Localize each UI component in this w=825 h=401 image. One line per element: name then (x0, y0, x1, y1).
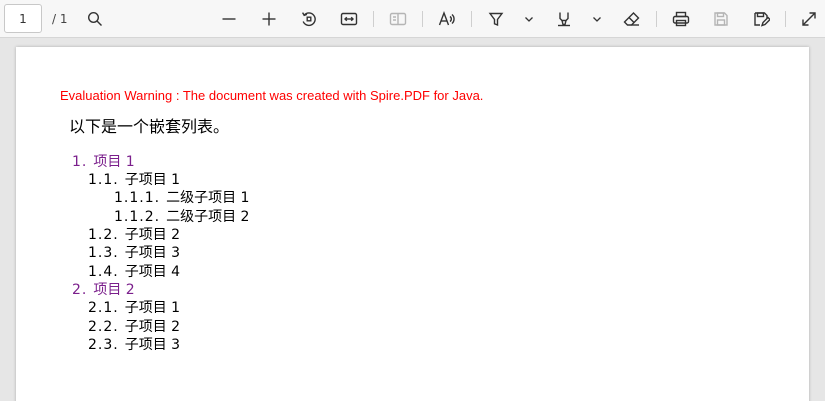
fullscreen-button[interactable] (798, 4, 820, 34)
draw-options-dropdown[interactable] (590, 4, 604, 34)
search-button[interactable] (84, 4, 106, 34)
list-item: 2. 项目 2 (72, 282, 135, 298)
list-item: 1.1.2. 二级子项目 2 (114, 209, 250, 225)
list-item: 2.1. 子项目 1 (88, 300, 181, 316)
highlight-icon (488, 12, 504, 27)
fit-width-button[interactable] (338, 4, 360, 34)
chevron-down-icon (525, 17, 533, 22)
list-item: 1.1.1. 二级子项目 1 (114, 190, 250, 206)
toolbar-separator (422, 11, 423, 27)
toolbar-separator (656, 11, 657, 27)
print-button[interactable] (670, 4, 692, 34)
zoom-out-icon (222, 18, 236, 20)
erase-icon (623, 12, 640, 26)
page-total-label: / 1 (52, 12, 68, 26)
toolbar-separator (373, 11, 374, 27)
highlight-button[interactable] (485, 4, 507, 34)
rotate-button[interactable] (298, 4, 320, 34)
two-page-button[interactable] (387, 4, 409, 34)
rotate-icon (301, 12, 316, 27)
read-aloud-icon (438, 11, 455, 26)
pdf-toolbar: / 1 (0, 0, 825, 38)
save-icon (714, 12, 728, 26)
page-number-input[interactable] (4, 4, 42, 33)
save-as-icon (753, 12, 770, 27)
list-item: 2.3. 子项目 3 (88, 337, 181, 353)
highlight-options-dropdown[interactable] (522, 4, 536, 34)
fit-width-icon (340, 12, 358, 26)
document-viewer[interactable]: Evaluation Warning : The document was cr… (0, 38, 825, 401)
toolbar-separator (785, 11, 786, 27)
read-aloud-button[interactable] (436, 4, 458, 34)
zoom-in-button[interactable] (258, 4, 280, 34)
print-icon (672, 11, 690, 27)
list-item: 1.1. 子项目 1 (88, 172, 181, 188)
list-item: 2.2. 子项目 2 (88, 319, 181, 335)
fullscreen-icon (802, 12, 816, 26)
list-item: 1. 项目 1 (72, 154, 135, 170)
list-item: 1.2. 子项目 2 (88, 227, 181, 243)
two-page-icon (389, 12, 407, 26)
draw-button[interactable] (553, 4, 575, 34)
save-button[interactable] (710, 4, 732, 34)
toolbar-separator (471, 11, 472, 27)
save-as-button[interactable] (750, 4, 772, 34)
search-icon (87, 11, 102, 26)
document-heading: 以下是一个嵌套列表。 (69, 117, 230, 136)
chevron-down-icon (593, 17, 601, 22)
list-item: 1.3. 子项目 3 (88, 245, 181, 261)
erase-button[interactable] (621, 4, 643, 34)
list-item: 1.4. 子项目 4 (88, 264, 181, 280)
draw-icon (558, 12, 570, 27)
zoom-out-button[interactable] (218, 4, 240, 34)
pdf-page: Evaluation Warning : The document was cr… (16, 47, 809, 401)
evaluation-warning: Evaluation Warning : The document was cr… (60, 88, 484, 103)
zoom-in-icon (262, 12, 276, 26)
